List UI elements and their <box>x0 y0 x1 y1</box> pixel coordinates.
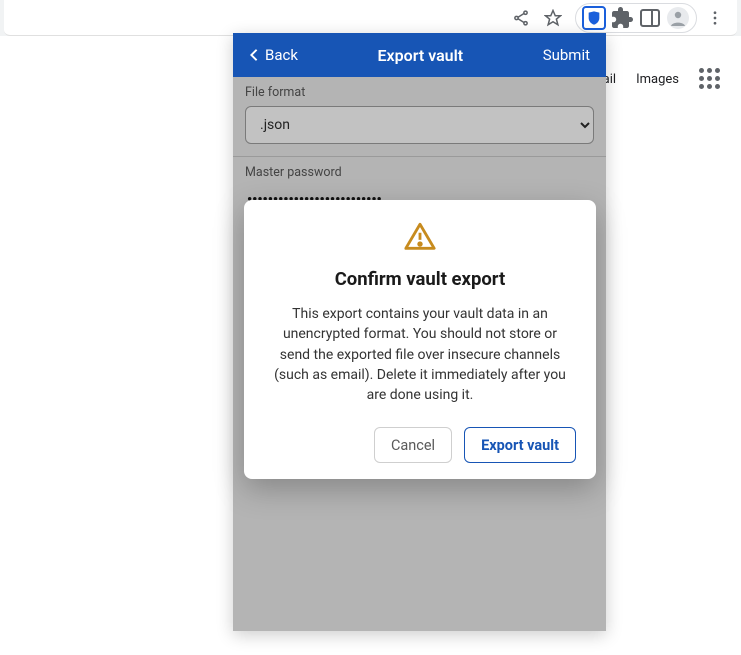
bitwarden-extension-icon[interactable] <box>582 6 606 30</box>
extensions-pill <box>575 3 697 33</box>
browser-toolbar <box>4 0 737 36</box>
file-format-label: File format <box>245 85 594 100</box>
google-apps-icon[interactable] <box>699 68 721 90</box>
cancel-button[interactable]: Cancel <box>374 427 452 463</box>
star-icon[interactable] <box>539 4 567 32</box>
popup-header: Back Export vault Submit <box>233 33 606 77</box>
google-header-links: ail Images <box>603 68 721 90</box>
share-icon[interactable] <box>507 4 535 32</box>
images-link[interactable]: Images <box>636 72 679 87</box>
dialog-body: This export contains your vault data in … <box>264 304 576 405</box>
file-format-section: File format .json <box>233 77 606 157</box>
submit-button[interactable]: Submit <box>543 46 590 64</box>
file-format-select[interactable]: .json <box>245 106 594 144</box>
extensions-icon[interactable] <box>610 6 634 30</box>
kebab-menu-icon[interactable] <box>701 4 729 32</box>
dialog-actions: Cancel Export vault <box>264 427 576 463</box>
dialog-title: Confirm vault export <box>264 268 576 290</box>
warning-icon <box>264 220 576 254</box>
back-button[interactable]: Back <box>249 46 298 64</box>
confirm-export-dialog: Confirm vault export This export contain… <box>244 200 596 479</box>
master-password-label: Master password <box>245 165 594 180</box>
export-vault-button[interactable]: Export vault <box>464 427 576 463</box>
profile-icon[interactable] <box>666 6 690 30</box>
popup-title: Export vault <box>378 46 464 65</box>
side-panel-icon[interactable] <box>638 6 662 30</box>
back-button-label: Back <box>265 46 298 64</box>
